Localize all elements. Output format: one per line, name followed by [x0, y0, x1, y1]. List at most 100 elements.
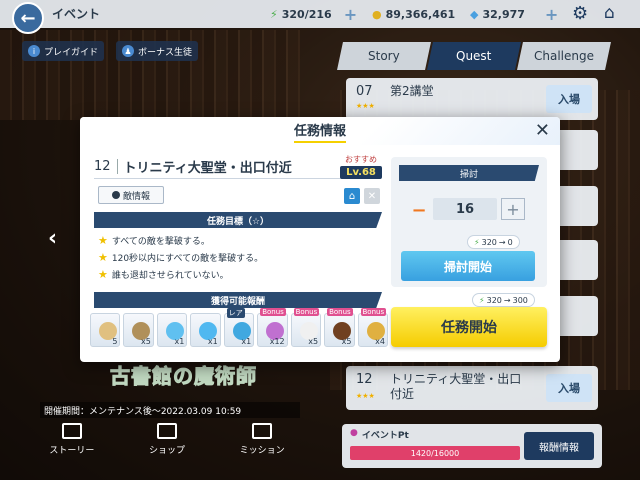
stage-number: 07: [356, 84, 373, 99]
decrement-button[interactable]: −: [409, 200, 429, 221]
credits-resource: ● 89,366,461: [372, 4, 455, 24]
info-icon: i: [28, 45, 40, 57]
reward-quantity: x4: [375, 337, 385, 346]
add-gems-button[interactable]: +: [545, 5, 558, 24]
credits-value: 89,366,461: [385, 7, 456, 21]
objective-item: ★ 120秒以内にすべての敵を撃破する。: [98, 251, 264, 264]
sweep-start-button[interactable]: 掃討開始: [401, 251, 535, 281]
play-guide-label: プレイガイド: [44, 47, 99, 58]
recommend-label: おすすめ: [345, 155, 377, 164]
reward-item[interactable]: Bonus x5: [290, 308, 322, 347]
dialog-header: 任務情報: [80, 117, 560, 145]
shop-nav-button[interactable]: ショップ: [149, 423, 185, 465]
enemy-icon: [111, 191, 120, 199]
gems-resource: ◆ 32,977 +: [470, 4, 558, 24]
mission-nav-button[interactable]: ミッション: [240, 423, 285, 465]
chevron-left-icon[interactable]: ‹: [48, 226, 57, 251]
reward-item[interactable]: Bonus x5: [324, 308, 355, 347]
increment-button[interactable]: +: [501, 198, 525, 220]
stage-row[interactable]: 07 ★★★ 第2講堂 入場: [346, 78, 598, 120]
close-icon[interactable]: ✕: [535, 120, 550, 141]
sweep-cost: ⚡ 320 → 0: [467, 235, 520, 249]
ap-resource: ⚡ 320/216 +: [270, 4, 357, 24]
event-pt-icon: ●: [350, 428, 358, 438]
home-icon[interactable]: ⌂: [604, 3, 615, 23]
close-icon[interactable]: ✕: [364, 188, 380, 204]
stage-number: 12: [94, 159, 118, 174]
stage-name: トリニティ大聖堂・出口付近: [390, 372, 522, 401]
enemy-info-button[interactable]: 敵情報: [98, 186, 164, 204]
reward-tag: Bonus: [360, 308, 387, 316]
recommended-level: おすすめ Lv.68: [340, 154, 382, 182]
dialog-title: 任務情報: [293, 120, 346, 143]
tab-quest[interactable]: Quest: [427, 42, 521, 70]
reward-item[interactable]: Bonus x12: [257, 308, 288, 347]
reward-tag: レア: [226, 308, 245, 318]
rewards-header: 獲得可能報酬: [94, 292, 382, 308]
sweep-header: 掃討: [399, 165, 539, 181]
student-icon: ♟: [122, 45, 134, 57]
home-icon[interactable]: ⌂: [344, 188, 360, 204]
objective-item: ★ すべての敵を撃破する。: [98, 234, 210, 247]
event-period: 開催期間：メンテナンス後〜2022.03.09 10:59: [40, 402, 300, 418]
reward-tag: Bonus: [260, 308, 286, 316]
bonus-students-button[interactable]: ♟ ボーナス生徒: [116, 41, 199, 61]
enter-button[interactable]: 入場: [546, 85, 592, 113]
reward-item[interactable]: x1: [190, 313, 221, 347]
star-icon: ★: [98, 268, 108, 281]
enter-button[interactable]: 入場: [546, 374, 592, 402]
reward-item[interactable]: x5: [123, 313, 154, 347]
event-pt-progress: 1420/16000: [350, 446, 520, 460]
reward-tag: Bonus: [293, 308, 320, 316]
stage-number: 12: [356, 372, 373, 387]
reward-item[interactable]: Bonus x4: [357, 308, 388, 347]
star-icon: ★: [98, 234, 108, 247]
level-badge: Lv.68: [340, 166, 382, 179]
reward-item[interactable]: 5: [90, 313, 121, 347]
start-cost: ⚡ 320 → 300: [472, 293, 535, 307]
reward-item[interactable]: レア x1: [223, 308, 255, 347]
bonus-students-label: ボーナス生徒: [138, 47, 193, 58]
play-guide-button[interactable]: i プレイガイド: [22, 41, 105, 61]
top-bar: イベント ⚡ 320/216 + ● 89,366,461 ◆ 32,977 +…: [0, 0, 640, 28]
coin-icon: ●: [372, 7, 382, 21]
reward-item[interactable]: x1: [156, 313, 188, 347]
reward-info-button[interactable]: 報酬情報: [524, 432, 594, 460]
gear-icon[interactable]: ⚙: [572, 3, 588, 24]
add-ap-button[interactable]: +: [344, 5, 357, 24]
event-pt-label: ● イベントPt: [350, 428, 409, 441]
event-points-panel: ● イベントPt 1420/16000 報酬情報: [342, 424, 602, 468]
gems-value: 32,977: [482, 7, 525, 21]
ap-icon: ⚡: [270, 7, 278, 21]
back-button[interactable]: ←: [12, 2, 44, 34]
stage-row[interactable]: 12 ★★★ トリニティ大聖堂・出口付近 入場: [346, 366, 598, 410]
star-icon: ★: [98, 251, 108, 264]
reward-quantity: x5: [141, 337, 151, 346]
tab-story[interactable]: Story: [337, 42, 431, 70]
sweep-panel: 掃討 − 16 + ⚡ 320 → 0 掃討開始: [391, 157, 547, 287]
mission-info-dialog: 任務情報 ✕ 12 トリニティ大聖堂・出口付近 おすすめ Lv.68 敵情報 ⌂…: [80, 117, 560, 362]
gem-icon: ◆: [470, 7, 479, 21]
sweep-count: 16: [433, 198, 497, 220]
reward-quantity: x12: [269, 337, 285, 346]
reward-quantity: x1: [174, 337, 185, 346]
objective-item: ★ 誰も退却させられていない。: [98, 268, 229, 281]
mission-start-button[interactable]: 任務開始: [391, 307, 547, 347]
reward-quantity: x5: [308, 337, 319, 346]
story-nav-button[interactable]: ストーリー: [49, 423, 94, 465]
tab-challenge[interactable]: Challenge: [517, 42, 611, 70]
reward-quantity: x1: [241, 337, 252, 346]
rewards-list: 5 x5 x1 x1 レア x1 Bonus x12 Bonus x5 Bonus x5 Bonus x4: [90, 308, 388, 349]
mission-icon: [252, 423, 273, 439]
reward-quantity: x1: [207, 337, 218, 346]
bottom-nav: ストーリー ショップ ミッション: [22, 423, 312, 465]
stage-stars: ★★★: [356, 102, 375, 110]
ap-value: 320/216: [281, 7, 332, 21]
stage-name: トリニティ大聖堂・出口付近: [123, 161, 292, 176]
book-icon: [61, 423, 82, 439]
mode-tabs: Story Quest Challenge: [337, 42, 611, 70]
stage-stars: ★★★: [356, 392, 375, 400]
objectives-header: 任務目標（☆）: [94, 212, 382, 228]
enemy-info-label: 敵情報: [122, 191, 150, 202]
reward-quantity: x5: [341, 337, 352, 346]
